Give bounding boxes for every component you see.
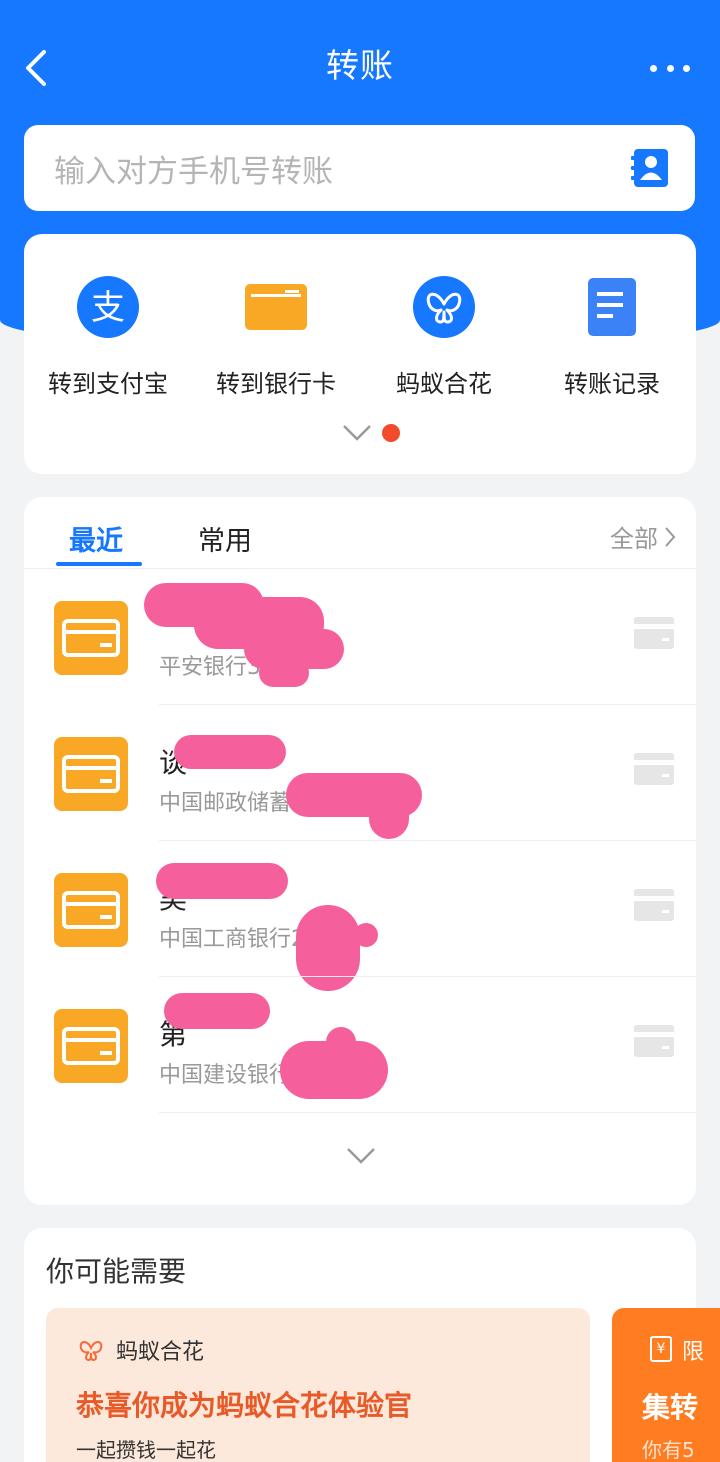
more-options-icon[interactable] xyxy=(650,56,690,80)
redaction-mark xyxy=(156,863,288,899)
transfer-to-bank-card-button[interactable]: 转到银行卡 xyxy=(192,274,360,399)
butterfly-icon xyxy=(413,276,475,338)
record-icon xyxy=(588,278,636,336)
collect-promo-card[interactable]: ¥ 限 集转 你有5 xyxy=(612,1308,720,1462)
quick-action-label: 转到银行卡 xyxy=(216,370,336,398)
redaction-mark xyxy=(369,791,409,839)
view-all-label: 全部 xyxy=(610,525,658,553)
recent-transfers-panel: 最近 常用 全部 平安银行3 谈 中国邮政储蓄 中国工商银行2 第 中国建设银行 xyxy=(24,497,696,1205)
promo-subtitle: 你有5 xyxy=(642,1438,695,1462)
row-divider xyxy=(159,1112,696,1113)
promo-headline: 集转 xyxy=(642,1391,699,1424)
card-icon xyxy=(634,889,674,921)
back-arrow-icon[interactable] xyxy=(20,48,60,88)
navigation-bar: 转账 xyxy=(0,0,720,125)
alipay-icon: 支 xyxy=(77,276,139,338)
chevron-right-icon xyxy=(665,526,676,547)
bank-name: 中国建设银行 xyxy=(159,1063,292,1088)
section-title: 你可能需要 xyxy=(46,1255,187,1288)
phone-search-input[interactable]: 输入对方手机号转账 xyxy=(24,125,695,211)
quick-action-label: 蚂蚁合花 xyxy=(396,370,492,398)
you-may-need-panel: 你可能需要 蚂蚁合花 恭喜你成为蚂蚁合花体验官 一起攒钱一起花 ¥ 限 集转 你… xyxy=(24,1228,720,1462)
view-all-link[interactable]: 全部 xyxy=(610,519,676,554)
recent-contact-row[interactable]: 平安银行3 xyxy=(24,569,696,705)
recent-contact-row[interactable]: 谈 中国邮政储蓄 xyxy=(24,705,696,841)
promo-headline: 恭喜你成为蚂蚁合花体验官 xyxy=(76,1389,413,1422)
promo-subtitle: 一起攒钱一起花 xyxy=(76,1438,216,1462)
tab-frequent[interactable]: 常用 xyxy=(198,519,252,558)
quick-actions-pager[interactable] xyxy=(342,424,400,442)
tab-recent[interactable]: 最近 xyxy=(69,519,123,558)
search-placeholder: 输入对方手机号转账 xyxy=(54,153,333,190)
bank-card-icon xyxy=(54,873,128,947)
recent-tabs: 最近 常用 全部 xyxy=(24,497,696,569)
quick-action-label: 转账记录 xyxy=(564,370,660,398)
redaction-mark xyxy=(259,659,309,687)
bank-card-icon xyxy=(245,284,307,330)
page-title: 转账 xyxy=(326,45,394,85)
recent-contact-row[interactable]: 第 中国建设银行 xyxy=(24,977,696,1113)
contacts-icon[interactable] xyxy=(631,147,669,189)
promo-brand-label: 蚂蚁合花 xyxy=(116,1340,205,1365)
ant-huahua-promo-card[interactable]: 蚂蚁合花 恭喜你成为蚂蚁合花体验官 一起攒钱一起花 xyxy=(46,1308,590,1462)
recent-contact-row[interactable]: 吴 中国工商银行2 xyxy=(24,841,696,991)
transfer-records-button[interactable]: 转账记录 xyxy=(528,274,696,399)
redaction-mark xyxy=(354,923,378,947)
redaction-mark xyxy=(326,1027,356,1081)
bank-card-icon xyxy=(54,1009,128,1083)
chevron-down-icon[interactable] xyxy=(342,424,372,442)
card-icon xyxy=(634,1025,674,1057)
yuan-icon: ¥ xyxy=(650,1336,672,1362)
page-indicator-dot xyxy=(382,424,400,442)
quick-action-label: 转到支付宝 xyxy=(48,370,168,398)
redaction-mark xyxy=(164,993,270,1029)
bank-name: 中国邮政储蓄 xyxy=(159,791,292,816)
butterfly-icon xyxy=(79,1341,103,1362)
transfer-to-alipay-button[interactable]: 支 转到支付宝 xyxy=(24,274,192,399)
promo-tag: 限 xyxy=(682,1340,705,1365)
svg-text:支: 支 xyxy=(91,288,125,328)
promo-brand: 蚂蚁合花 xyxy=(76,1334,204,1366)
redaction-mark xyxy=(174,735,286,769)
chevron-down-icon[interactable] xyxy=(346,1147,376,1165)
tab-active-indicator xyxy=(56,562,142,566)
card-icon xyxy=(634,617,674,649)
quick-actions-panel: 支 转到支付宝 转到银行卡 蚂蚁合花 转账记录 xyxy=(24,234,696,474)
card-icon xyxy=(634,753,674,785)
ant-huahua-button[interactable]: 蚂蚁合花 xyxy=(360,274,528,399)
bank-card-icon xyxy=(54,737,128,811)
bank-card-icon xyxy=(54,601,128,675)
bank-name: 中国工商银行2 xyxy=(159,927,305,952)
